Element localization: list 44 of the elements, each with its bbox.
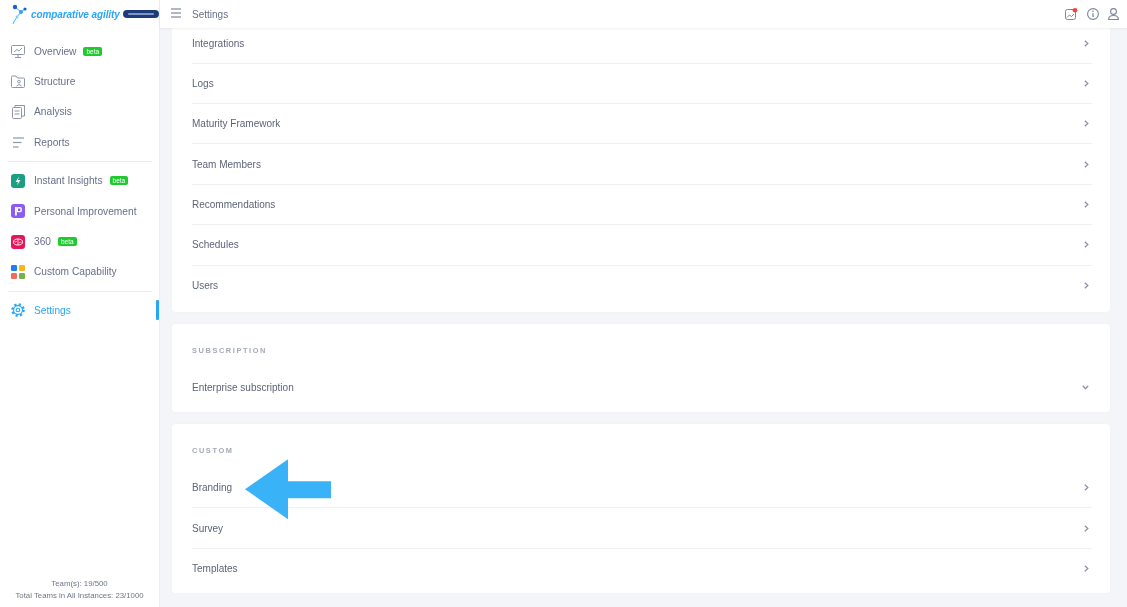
settings-link[interactable]: Schedules	[192, 225, 1092, 265]
settings-link[interactable]: Maturity Framework	[192, 104, 1092, 144]
chevron-down-icon	[1082, 385, 1089, 391]
monitor-chart-icon	[11, 44, 25, 58]
chevron-right-icon	[1084, 201, 1089, 209]
chevron-right-icon	[1084, 160, 1089, 168]
sidebar-item[interactable]: Analysis	[0, 96, 159, 128]
p-tile-icon	[11, 204, 25, 219]
bolt-tile-icon	[11, 173, 25, 188]
four-squares-icon	[11, 264, 25, 279]
logo-text: comparative agility	[31, 7, 120, 22]
chevron-right-icon	[1084, 120, 1089, 128]
gear-icon	[11, 303, 25, 318]
chevron-right-icon	[1084, 484, 1089, 492]
settings-link[interactable]: Recommendations	[192, 184, 1092, 225]
page-title: Settings	[192, 7, 229, 22]
chevron-right-icon	[1084, 241, 1089, 249]
sidebar-item[interactable]: Structure	[0, 66, 159, 97]
sidebar-item[interactable]: Personal Improvement	[0, 195, 159, 227]
chevron-right-icon	[1084, 79, 1089, 87]
folder-person-icon	[11, 75, 25, 89]
image-icon[interactable]	[1065, 8, 1078, 20]
chevron-right-icon	[1084, 524, 1089, 532]
settings-link[interactable]: Branding	[192, 468, 1092, 508]
sidebar-item[interactable]: Reports	[0, 127, 159, 158]
chevron-right-icon	[1084, 281, 1089, 289]
settings-link[interactable]: Logs	[192, 63, 1092, 104]
brain-tile-icon	[11, 234, 25, 249]
settings-link[interactable]: Users	[192, 265, 1092, 306]
settings-link[interactable]: Templates	[192, 548, 1092, 589]
chevron-right-icon	[1084, 565, 1089, 572]
settings-link[interactable]: Survey	[192, 508, 1092, 548]
logo-icon	[11, 3, 28, 25]
settings-link[interactable]: Enterprise subscription	[192, 368, 1092, 408]
settings-link[interactable]: Team Members	[192, 144, 1092, 184]
settings-link[interactable]: Integrations	[192, 28, 1092, 63]
documents-icon	[11, 104, 25, 119]
chevron-right-icon	[1084, 39, 1089, 47]
sidebar-item[interactable]: Custom Capability	[0, 256, 159, 288]
logo-tag-icon	[122, 10, 159, 18]
selection-bar	[156, 300, 159, 321]
lines-icon	[12, 136, 24, 148]
info-icon[interactable]	[1087, 8, 1099, 20]
user-icon[interactable]	[1108, 8, 1119, 20]
